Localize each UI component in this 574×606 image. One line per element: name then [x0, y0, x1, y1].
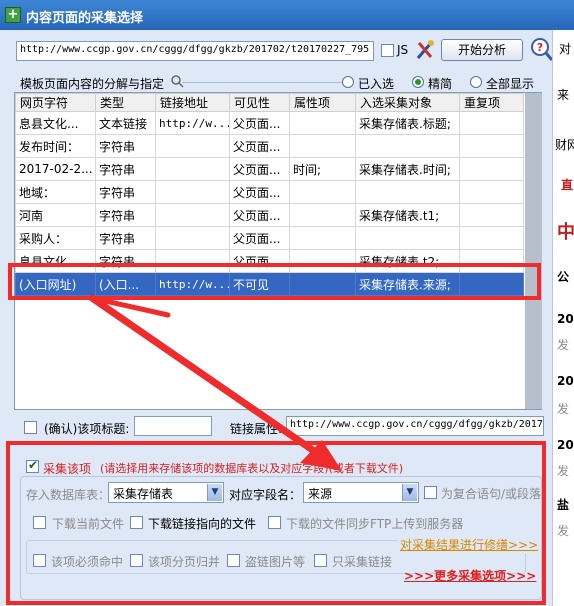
title-bar: + 内容页面的采集选择	[0, 0, 574, 30]
side-text: 财网	[555, 138, 574, 152]
side-text: 20	[557, 374, 574, 388]
side-text: 发	[557, 402, 570, 416]
side-text: 发	[557, 464, 570, 478]
app-add-icon: +	[5, 7, 21, 23]
dialog-body: http://www.ccgp.gov.cn/cggg/dfgg/gkzb/20…	[0, 30, 554, 606]
side-text: 来	[557, 88, 570, 102]
side-text: 直	[561, 178, 574, 192]
background-page-panel: 对 来 财网 直 中 公 20 发 20 发 20 发 盐 发	[552, 30, 574, 606]
side-text: 发	[557, 524, 570, 538]
annotation-arrow	[88, 294, 342, 471]
side-text: 盐	[557, 498, 570, 512]
side-text: 中	[557, 222, 574, 243]
window-title: 内容页面的采集选择	[26, 11, 144, 26]
side-text: 对	[559, 42, 572, 56]
side-text: 公	[557, 270, 570, 284]
side-text: 发	[557, 338, 570, 352]
side-text: 20	[557, 438, 574, 452]
side-text: 20	[557, 312, 574, 326]
